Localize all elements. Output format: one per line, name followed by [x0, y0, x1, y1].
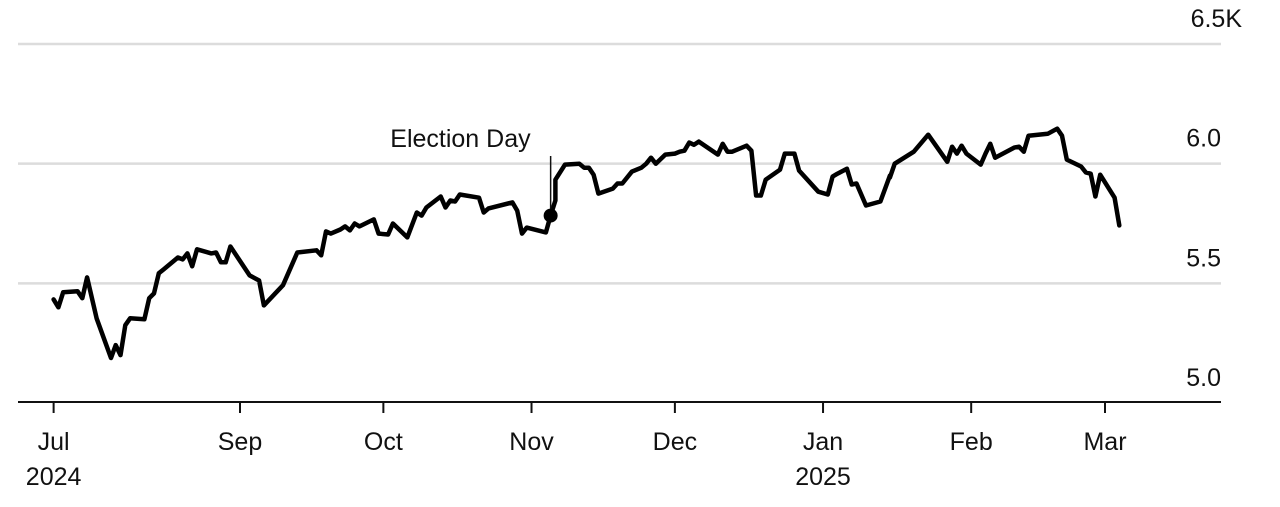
y-tick-label: 5.0 [1186, 364, 1221, 392]
x-tick-label: Oct [364, 428, 403, 456]
x-tick-label: Sep [218, 428, 262, 456]
x-tick-sublabel: 2025 [795, 463, 851, 491]
x-tick-label: Nov [509, 428, 554, 456]
annotations: Election Day [390, 125, 558, 223]
y-tick-label: 6.5K [1191, 5, 1243, 33]
y-tick-label: 5.5 [1186, 244, 1221, 272]
line-chart: 6.5K 6.0 5.5 5.0 Jul 2024 Sep Oct Nov Dec Jan 2025… [18, 5, 1242, 491]
y-axis: 6.5K 6.0 5.5 5.0 [1186, 5, 1242, 392]
x-tick-label: Dec [653, 428, 697, 456]
x-tick-label: Jan [803, 428, 843, 456]
x-tick-label: Mar [1083, 428, 1126, 456]
x-axis: Jul 2024 Sep Oct Nov Dec Jan 2025 Feb Mar [18, 401, 1221, 491]
x-tick-label: Feb [950, 428, 993, 456]
y-tick-label: 6.0 [1186, 125, 1221, 153]
x-tick-label: Jul [38, 428, 70, 456]
annotation-marker [543, 208, 558, 223]
x-tick-sublabel: 2024 [26, 463, 82, 491]
annotation-label: Election Day [390, 125, 531, 153]
